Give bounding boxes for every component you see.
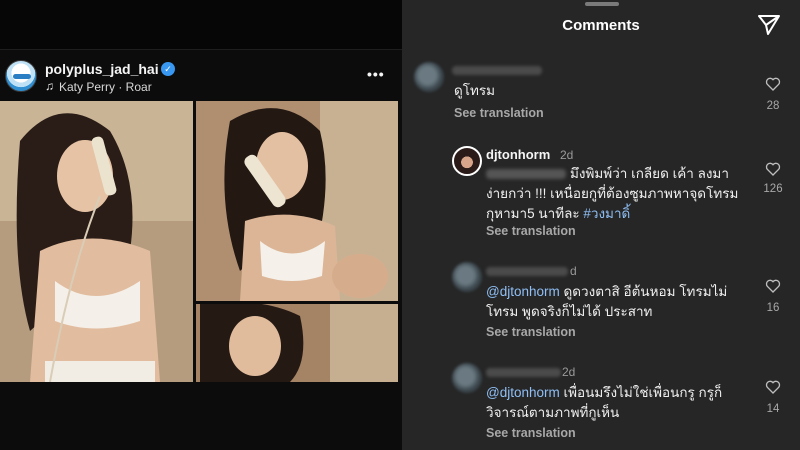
like-heart-icon[interactable] [765,161,781,177]
see-translation-link[interactable]: See translation [486,224,576,238]
commenter-avatar[interactable] [452,146,482,176]
post-header: polyplus_jad_hai ✓ ♫ Katy Perry · Roar •… [0,56,402,100]
comment-time: 2d [560,148,574,162]
comment-mention[interactable]: @djtonhorm [486,385,560,400]
post-username[interactable]: polyplus_jad_hai [45,61,159,77]
photo-right-top [196,101,398,301]
comment-time: 2d [562,365,576,379]
redacted-username [486,368,561,377]
like-heart-icon[interactable] [765,379,781,395]
comment-username[interactable]: djtonhorm [486,147,550,162]
comment-text: @djtonhorm ดูดวงตาสิ อีต้นหอม โทรมไม่โทร… [486,284,728,319]
see-translation-link[interactable]: See translation [486,325,576,339]
post-photo-collage[interactable] [0,101,398,382]
photo-right-bottom [196,301,398,382]
like-count: 16 [766,302,780,314]
comment-hashtag[interactable]: #วงมาดิ้ [583,206,630,221]
like-heart-icon[interactable] [765,76,781,92]
account-avatar[interactable] [5,60,37,92]
like-count: 28 [766,100,780,112]
music-note-icon: ♫ [45,79,54,93]
top-bar [0,0,402,50]
redacted-mention [486,169,566,180]
comments-title: Comments [562,17,640,34]
comment-text: มึงพิมพ์ว่า เกลียด เค้า ลงมา ง่ายกว่า !!… [486,166,739,221]
comments-sheet: Comments ดูโทรม See translation 28 djton… [402,0,800,450]
sheet-drag-handle[interactable] [585,2,619,6]
commenter-avatar[interactable] [452,262,482,292]
more-options-icon[interactable]: ••• [367,66,385,82]
post-panel: polyplus_jad_hai ✓ ♫ Katy Perry · Roar •… [0,0,402,450]
audio-track-label[interactable]: Katy Perry · Roar [59,80,152,94]
see-translation-link[interactable]: See translation [454,106,544,120]
commenter-avatar[interactable] [452,363,482,393]
like-count: 14 [766,403,780,415]
redacted-username [486,267,568,276]
photo-left [0,101,193,382]
verified-badge-icon: ✓ [161,62,175,76]
redacted-username [452,66,542,75]
comment-mention[interactable]: @djtonhorm [486,284,560,299]
share-send-icon[interactable] [757,14,781,36]
like-heart-icon[interactable] [765,278,781,294]
like-count: 126 [763,183,783,195]
comment-time: d [570,264,577,278]
see-translation-link[interactable]: See translation [486,426,576,440]
commenter-avatar[interactable] [414,62,444,92]
comment-text: ดูโทรม [454,83,496,98]
comment-text: @djtonhorm เพื่อนมรึงไม่ใช่เพื่อนกรู กรู… [486,385,723,420]
